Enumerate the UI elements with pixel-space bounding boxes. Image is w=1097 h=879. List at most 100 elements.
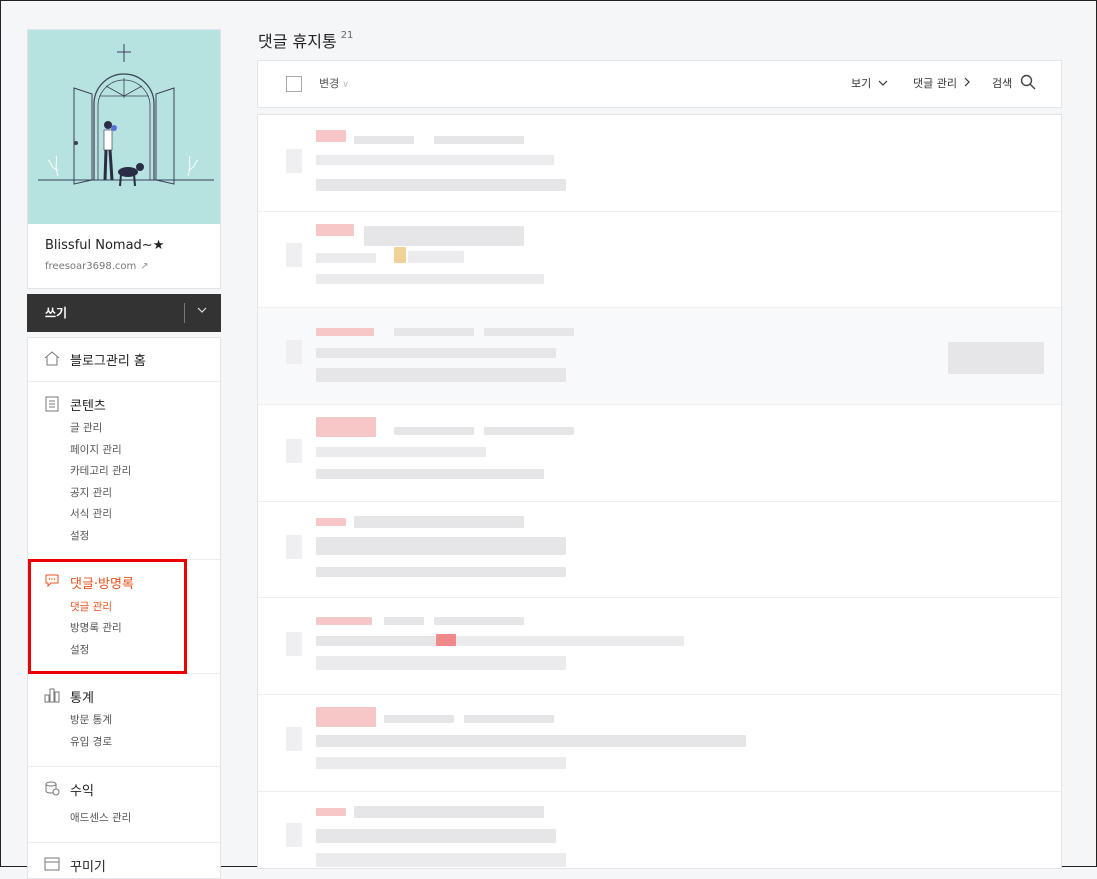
redacted-content <box>316 328 374 336</box>
redacted-content <box>456 636 684 646</box>
redacted-content <box>286 535 302 559</box>
redacted-content <box>316 656 566 670</box>
menu-section-revenue: 수익 애드센스 관리 <box>28 766 220 843</box>
redacted-content <box>484 427 574 435</box>
menu-section-home: 블로그관리 홈 <box>28 338 220 382</box>
page-title-text: 댓글 휴지통 <box>258 32 337 51</box>
redacted-content <box>286 149 302 173</box>
menu-item-categories[interactable]: 카테고리 관리 <box>70 463 131 478</box>
redacted-content <box>434 617 524 625</box>
redacted-content <box>286 340 302 364</box>
blog-cover-image[interactable] <box>28 30 220 224</box>
redacted-content <box>316 518 346 526</box>
blog-url-link[interactable]: freesoar3698.com ↗ <box>45 261 149 272</box>
redacted-content <box>316 253 376 263</box>
redacted-content <box>394 427 474 435</box>
redacted-content <box>394 328 474 336</box>
redacted-content <box>316 853 566 867</box>
redacted-content <box>948 342 1044 374</box>
menu-item-posts[interactable]: 글 관리 <box>70 420 102 435</box>
redacted-content <box>354 516 524 528</box>
redacted-content <box>286 632 302 656</box>
menu-decorate-title[interactable]: 꾸미기 <box>70 856 106 875</box>
redacted-content <box>316 155 554 165</box>
comment-row[interactable] <box>258 308 1061 405</box>
redacted-content <box>434 136 524 144</box>
comment-manage-label[interactable]: 댓글 관리 <box>913 77 957 90</box>
palette-icon <box>43 855 61 873</box>
comment-row[interactable] <box>258 405 1061 502</box>
redacted-content <box>316 224 354 236</box>
redacted-content <box>316 179 566 191</box>
list-toolbar: 변경 ∨ 보기 댓글 관리 검색 <box>257 60 1062 108</box>
menu-item-pages[interactable]: 페이지 관리 <box>70 442 122 457</box>
redacted-content <box>316 537 566 555</box>
chevron-right-icon[interactable] <box>963 77 971 87</box>
redacted-content <box>316 707 376 727</box>
redacted-content <box>316 130 346 142</box>
redacted-content <box>286 727 302 751</box>
change-dropdown[interactable]: 변경 ∨ <box>319 75 349 91</box>
select-all-checkbox[interactable] <box>286 76 302 92</box>
menu-item-referrers[interactable]: 유입 경로 <box>70 734 112 749</box>
annotation-highlight-box <box>28 559 187 674</box>
chevron-down-icon[interactable] <box>194 302 210 322</box>
search-label[interactable]: 검색 <box>992 75 1012 91</box>
redacted-content <box>384 715 454 723</box>
menu-item-templates[interactable]: 서식 관리 <box>70 506 112 521</box>
page-title: 댓글 휴지통 21 <box>258 28 353 52</box>
comment-row[interactable] <box>258 695 1061 792</box>
write-button-group: 쓰기 <box>27 294 221 332</box>
coins-icon <box>43 779 61 797</box>
redacted-content <box>316 348 556 358</box>
chevron-down-icon[interactable]: ∨ <box>342 80 349 90</box>
redacted-content <box>286 823 302 847</box>
redacted-content <box>316 829 556 843</box>
comment-row[interactable] <box>258 211 1061 308</box>
redacted-content <box>316 617 372 625</box>
redacted-content <box>316 469 544 479</box>
chevron-down-icon[interactable] <box>878 79 888 87</box>
redacted-content <box>316 274 544 284</box>
redacted-content <box>484 328 574 336</box>
search-icon[interactable] <box>1020 74 1036 90</box>
menu-item-content-settings[interactable]: 설정 <box>70 528 89 543</box>
redacted-content <box>464 715 554 723</box>
comment-row[interactable] <box>258 791 1061 868</box>
redacted-content <box>316 757 566 769</box>
blog-url-text[interactable]: freesoar3698.com <box>45 261 136 272</box>
view-dropdown[interactable]: 보기 <box>851 75 888 91</box>
comment-list <box>257 114 1062 869</box>
blog-profile-card: Blissful Nomad~★ freesoar3698.com ↗ <box>27 29 221 289</box>
menu-item-visit-stats[interactable]: 방문 통계 <box>70 712 112 727</box>
redacted-content <box>408 251 464 263</box>
cover-illustration <box>38 44 214 187</box>
menu-home[interactable]: 블로그관리 홈 <box>70 350 146 369</box>
redacted-content <box>354 806 544 818</box>
write-button[interactable]: 쓰기 <box>45 304 67 321</box>
comment-row[interactable] <box>258 501 1061 598</box>
redacted-content <box>394 247 406 263</box>
change-label[interactable]: 변경 <box>319 77 339 90</box>
redacted-content <box>286 439 302 463</box>
menu-revenue-title[interactable]: 수익 <box>70 780 94 799</box>
redacted-content <box>316 417 376 437</box>
home-icon <box>43 349 61 367</box>
menu-content-title[interactable]: 콘텐츠 <box>70 395 106 414</box>
redacted-content <box>316 447 486 457</box>
redacted-content <box>316 368 566 382</box>
blog-name[interactable]: Blissful Nomad~★ <box>45 238 164 253</box>
menu-stats-title[interactable]: 통계 <box>70 687 94 706</box>
external-link-icon[interactable]: ↗ <box>140 261 148 272</box>
redacted-content <box>316 567 566 577</box>
comment-row[interactable] <box>258 598 1061 695</box>
comment-count: 21 <box>340 30 354 41</box>
menu-item-notices[interactable]: 공지 관리 <box>70 485 112 500</box>
comment-manage-link[interactable]: 댓글 관리 <box>913 75 971 91</box>
comment-row[interactable] <box>258 115 1061 212</box>
redacted-content <box>286 243 302 267</box>
redacted-content <box>384 617 424 625</box>
redacted-content <box>364 226 524 246</box>
menu-item-adsense[interactable]: 애드센스 관리 <box>70 810 131 825</box>
view-label[interactable]: 보기 <box>851 77 871 90</box>
